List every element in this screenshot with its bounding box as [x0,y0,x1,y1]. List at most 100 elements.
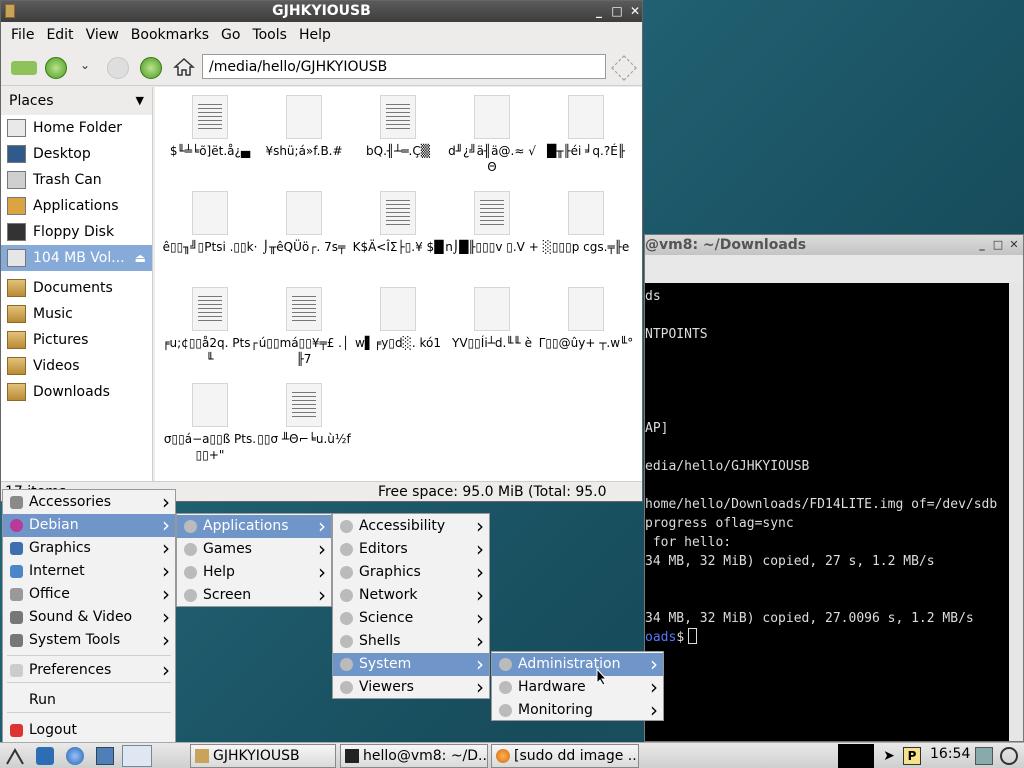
file-manager-launcher-icon[interactable] [36,747,54,765]
menu-file[interactable]: File [5,27,40,43]
sidebar-item-videos[interactable]: Videos [1,353,152,379]
file-item[interactable]: $╙╧╘õ]ët.å¿▄ [162,95,258,159]
stop-icon[interactable] [107,57,129,79]
sidebar-item-floppy-disk[interactable]: Floppy Disk [1,219,152,245]
task-sudo-dd[interactable]: [sudo dd image ... [491,744,639,768]
file-item[interactable]: ▯▯σ ╨Θ⌐╘u.ù½f [256,383,352,447]
menu-view[interactable]: View [80,27,125,43]
history-dropdown-icon[interactable]: ⌄ [77,58,93,76]
terminal-titlebar[interactable]: @vm8: ~/Downloads _ □ ✕ [645,235,1023,255]
file-item[interactable]: d╜¿╝ä╢ä@.≈ √Θ [444,95,540,175]
sidebar-item-documents[interactable]: Documents [1,275,152,301]
menu-item-internet[interactable]: Internet › [3,560,175,583]
file-item[interactable]: w▌╒y▯d░. kó1 [350,287,446,351]
close-icon[interactable]: ✕ [1007,235,1021,255]
file-item[interactable]: n⌡█╟▯▯▯v ▯.V + [444,191,540,255]
file-item[interactable]: ⌡╥êQÜö┌. 7s╤ [256,191,352,255]
sidebar-item-applications[interactable]: Applications [1,193,152,219]
file-icon-view[interactable]: $╙╧╘õ]ët.å¿▄ ¥shü;á»f.B.# bQ.╢┴═.Ç▒ d╜¿╝ä╢ä… [155,87,642,481]
file-item[interactable]: σ▯▯á−a▯▯ß Pts.▯▯+" [162,383,258,463]
browser-launcher-icon[interactable] [66,747,84,765]
file-item[interactable]: ê▯▯╖╝▯Ptsi .▯▯k· [162,191,258,255]
eject-icon[interactable]: ⏏ [135,245,146,271]
menu-item-shells[interactable]: Shells › [333,630,489,653]
chevron-down-icon[interactable]: ▼ [136,87,144,115]
menu-bookmarks[interactable]: Bookmarks [125,27,215,43]
menu-item-network[interactable]: Network › [333,584,489,607]
menu-item-applications[interactable]: Applications › [177,515,331,538]
task-file-manager[interactable]: GJHKYIOUSB [190,744,336,768]
terminal-output[interactable]: oads$ ds NTPOINTS AP] edia/hello/GJHKYIOUSB… [645,283,1023,741]
clock[interactable]: 16:54 [930,746,970,762]
menu-item-games[interactable]: Games › [177,538,331,561]
terminal-window[interactable]: @vm8: ~/Downloads _ □ ✕ oads$ ds NTPOINTS… [644,234,1024,742]
up-folder-icon[interactable] [140,57,162,79]
menu-item-editors[interactable]: Editors › [333,538,489,561]
menu-go[interactable]: Go [215,27,246,43]
network-icon[interactable] [975,747,993,765]
menu-help[interactable]: Help [293,27,337,43]
places-header[interactable]: Places ▼ [1,87,152,115]
start-menu-icon[interactable] [6,747,24,765]
menu-item-debian[interactable]: Debian › [3,514,175,537]
file-item[interactable]: ░▯▯▯p cgs.╤╟e [538,191,634,255]
file-manager-titlebar[interactable]: GJHKYIOUSB _ □ ✕ [1,1,642,22]
clear-path-icon[interactable] [611,55,637,81]
sidebar-item-downloads[interactable]: Downloads [1,379,152,405]
forward-button-icon[interactable] [45,57,67,79]
power-icon[interactable] [1000,747,1018,765]
sidebar-item-trash-can[interactable]: Trash Can [1,167,152,193]
menu-item-sound-video[interactable]: Sound & Video › [3,606,175,629]
menu-item-office[interactable]: Office › [3,583,175,606]
tray-arrow-icon[interactable]: ➤ [880,747,898,765]
file-manager-window[interactable]: GJHKYIOUSB _ □ ✕ File Edit View Bookmark… [0,0,643,502]
menu-item-viewers[interactable]: Viewers › [333,676,489,699]
menu-item-administration[interactable]: Administration › [492,653,663,676]
menu-item-hardware[interactable]: Hardware › [492,676,663,699]
sidebar-item-pictures[interactable]: Pictures [1,327,152,353]
back-arrow-icon[interactable] [11,61,37,75]
menu-item-accessories[interactable]: Accessories › [3,491,175,514]
maximize-icon[interactable]: □ [609,1,625,22]
close-icon[interactable]: ✕ [627,1,642,22]
file-item[interactable]: ╒u;¢▯▯å2q. Pts┌╙ [162,287,258,367]
show-desktop-icon[interactable] [96,747,114,765]
menu-item-system-tools[interactable]: System Tools › [3,629,175,652]
menu-item-run[interactable]: Run [3,689,175,712]
file-item[interactable]: ¥shü;á»f.B.# [256,95,352,159]
path-input[interactable] [202,54,606,79]
task-terminal[interactable]: hello@vm8: ~/D... [340,744,488,768]
workspace-switcher[interactable] [122,745,152,767]
menu-item-system[interactable]: System › [333,653,489,676]
menu-item-graphics[interactable]: Graphics › [333,561,489,584]
file-item[interactable]: █╥╟éi ╛q.?É╟ [538,95,634,159]
sidebar-item-desktop[interactable]: Desktop [1,141,152,167]
menu-item-screen[interactable]: Screen › [177,584,331,607]
sidebar-item-music[interactable]: Music [1,301,152,327]
file-item[interactable]: YV▯▯Íi┴d.╙╙ è [444,287,540,351]
menu-item-accessibility[interactable]: Accessibility › [333,515,489,538]
tray-p-icon[interactable]: P [903,747,921,765]
menu-item-preferences[interactable]: Preferences › [3,659,175,682]
menu-item-science[interactable]: Science › [333,607,489,630]
file-item[interactable]: K$Ä<ÎΣ├▯.¥ $█ [350,191,446,255]
sidebar-item-home-folder[interactable]: Home Folder [1,115,152,141]
minimize-icon[interactable]: _ [591,1,607,22]
terminal-menubar [645,255,1023,283]
home-icon[interactable] [173,56,195,78]
file-item[interactable]: bQ.╢┴═.Ç▒ [350,95,446,159]
file-item[interactable]: ú▯▯má▯▯¥╤£ .│╟7 [256,287,352,367]
sidebar-item-104-mb-vol[interactable]: 104 MB Vol... ⏏ [1,245,152,271]
folder-icon [7,383,26,401]
minimize-icon[interactable]: _ [975,235,989,255]
menu-tools[interactable]: Tools [246,27,293,43]
file-item[interactable]: Γ▯▯@ûy+ ┬.w╙° [538,287,634,351]
menu-item-monitoring[interactable]: Monitoring › [492,699,663,722]
menu-edit[interactable]: Edit [40,27,79,43]
menu-item-help[interactable]: Help › [177,561,331,584]
menu-item-logout[interactable]: Logout [3,719,175,742]
menu-item-graphics[interactable]: Graphics › [3,537,175,560]
menu-item-label: Accessibility [359,518,446,534]
terminal-scrollbar[interactable] [1009,283,1023,741]
maximize-icon[interactable]: □ [991,235,1005,255]
